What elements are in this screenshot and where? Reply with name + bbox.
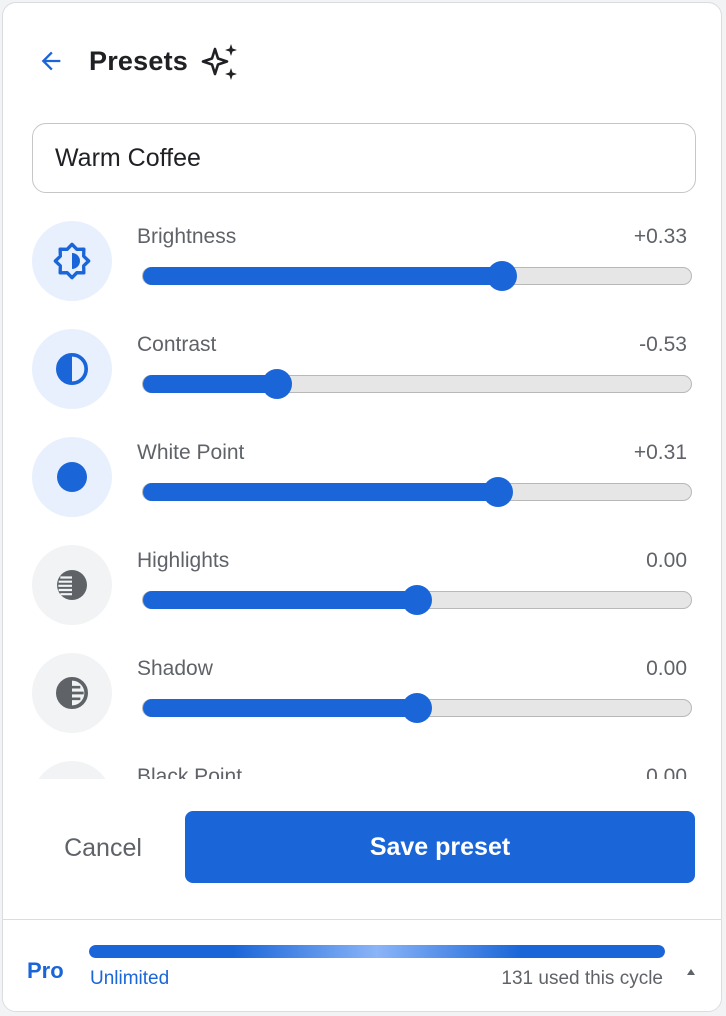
highlights-icon-container xyxy=(32,545,112,625)
usage-progress-fill xyxy=(89,945,665,958)
adjustment-row-black-point: Black Point 0.00 xyxy=(3,751,721,779)
slider-fill xyxy=(143,590,417,609)
expand-footer-button[interactable] xyxy=(685,966,697,978)
caret-up-icon xyxy=(687,969,695,975)
brightness-icon xyxy=(53,242,91,280)
adjustments-list[interactable]: Brightness +0.33 Contrast -0.53 White Po… xyxy=(3,211,721,779)
shadow-icon xyxy=(56,677,88,709)
white-point-slider[interactable] xyxy=(142,476,692,507)
preset-name-input[interactable] xyxy=(32,123,696,193)
adjustment-label: Black Point xyxy=(137,765,243,779)
adjustment-label: White Point xyxy=(137,441,245,464)
adjustment-value: 0.00 xyxy=(646,765,687,779)
back-button[interactable] xyxy=(31,41,71,81)
slider-thumb[interactable] xyxy=(483,476,514,507)
arrow-left-icon xyxy=(41,51,61,71)
adjustment-value: +0.31 xyxy=(633,441,687,464)
adjustment-value: +0.33 xyxy=(633,225,687,248)
adjustment-row-shadow: Shadow 0.00 xyxy=(3,643,721,751)
usage-progress-bar xyxy=(89,945,665,958)
brightness-icon-container xyxy=(32,221,112,301)
black-point-icon-container xyxy=(32,761,112,779)
slider-thumb[interactable] xyxy=(402,584,432,615)
adjustment-value: 0.00 xyxy=(646,657,687,680)
slider-fill xyxy=(143,482,499,501)
save-preset-button[interactable]: Save preset xyxy=(185,811,695,883)
adjustment-row-brightness: Brightness +0.33 xyxy=(3,211,721,319)
presets-panel: Presets Brightness +0.33 xyxy=(2,2,722,1012)
contrast-icon-container xyxy=(32,329,112,409)
brightness-slider[interactable] xyxy=(142,260,692,291)
highlights-icon xyxy=(57,570,87,600)
adjustment-value: -0.53 xyxy=(639,333,687,356)
adjustment-row-white-point: White Point +0.31 xyxy=(3,427,721,535)
adjustment-label: Shadow xyxy=(137,657,213,680)
adjustment-label: Highlights xyxy=(137,549,230,572)
adjustment-label: Brightness xyxy=(137,225,237,248)
highlights-slider[interactable] xyxy=(142,584,692,615)
action-bar: Cancel Save preset xyxy=(3,811,721,885)
slider-thumb[interactable] xyxy=(402,692,432,723)
adjustment-row-highlights: Highlights 0.00 xyxy=(3,535,721,643)
contrast-slider[interactable] xyxy=(142,368,692,399)
header: Presets xyxy=(3,3,721,121)
cancel-button[interactable]: Cancel xyxy=(43,821,163,875)
shadow-icon-container xyxy=(32,653,112,733)
usage-count: 131 used this cycle xyxy=(501,968,663,989)
white-point-icon xyxy=(57,462,87,492)
shadow-slider[interactable] xyxy=(142,692,692,723)
adjustment-label: Contrast xyxy=(137,333,217,356)
adjustment-value: 0.00 xyxy=(646,549,687,572)
page-title: Presets xyxy=(89,46,188,76)
slider-thumb[interactable] xyxy=(262,368,293,399)
slider-fill xyxy=(143,266,502,285)
adjustment-row-contrast: Contrast -0.53 xyxy=(3,319,721,427)
slider-fill xyxy=(143,698,417,717)
usage-footer: Pro Unlimited 131 used this cycle xyxy=(3,919,721,1011)
sparkle-icon xyxy=(201,44,237,80)
white-point-icon-container xyxy=(32,437,112,517)
slider-thumb[interactable] xyxy=(486,260,517,291)
slider-fill xyxy=(143,374,278,393)
tier-badge: Pro xyxy=(27,958,64,983)
plan-label: Unlimited xyxy=(90,968,170,989)
contrast-icon xyxy=(56,353,88,385)
